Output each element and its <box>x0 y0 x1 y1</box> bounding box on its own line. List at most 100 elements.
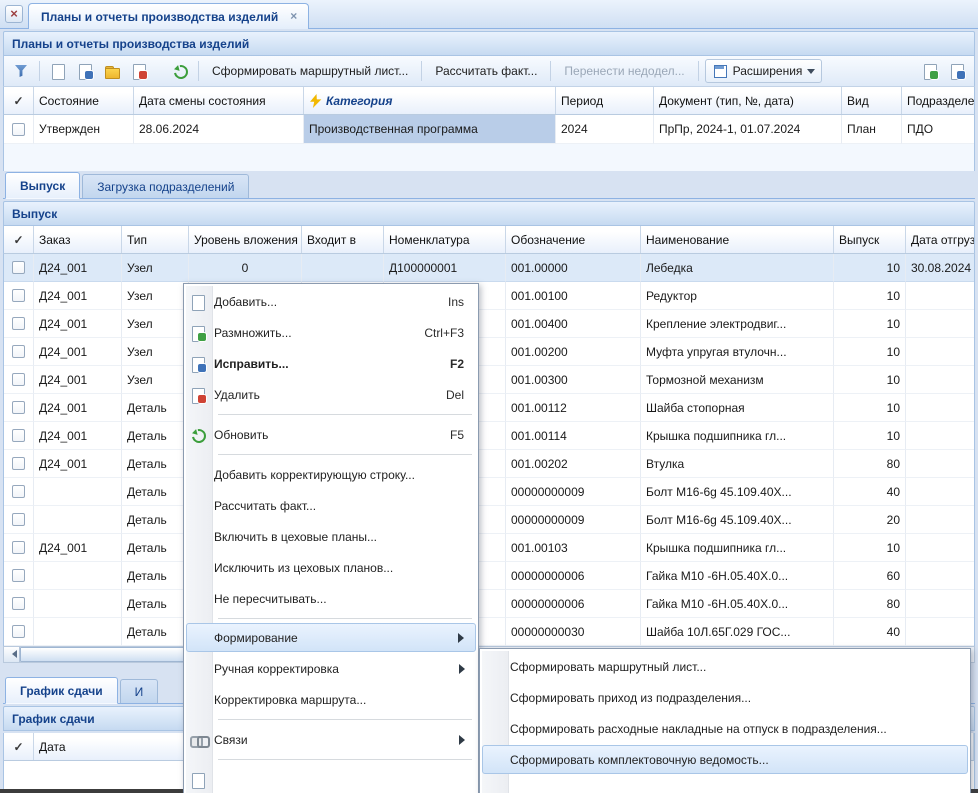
product-row[interactable]: Д24_001Деталь001.00112Шайба стопорная10 <box>4 394 974 422</box>
tab-release[interactable]: Выпуск <box>5 172 80 199</box>
row-checkbox[interactable] <box>12 261 25 274</box>
menu-item[interactable]: Корректировка маршрута... <box>186 684 476 715</box>
delete-document-button[interactable] <box>127 59 151 83</box>
cell: 001.00200 <box>506 338 641 366</box>
select-all-column-header[interactable] <box>4 733 34 761</box>
menu-item[interactable]: ОбновитьF5 <box>186 419 476 450</box>
menu-item[interactable]: УдалитьDel <box>186 379 476 410</box>
product-row[interactable]: Д24_001Деталь001.00114Крышка подшипника … <box>4 422 974 450</box>
menu-item[interactable]: Включить в цеховые планы... <box>186 521 476 552</box>
column-header[interactable]: Дата смены состояния <box>134 87 304 115</box>
product-row[interactable]: Деталь00000000030Шайба 10Л.65Г.029 ГОС..… <box>4 618 974 646</box>
product-row[interactable]: Деталь00000000006Гайка М10 -6Н.05.40Х.0.… <box>4 590 974 618</box>
column-header[interactable]: Входит в <box>302 226 384 254</box>
row-checkbox[interactable] <box>12 485 25 498</box>
calculate-fact-button[interactable]: Рассчитать факт... <box>428 59 544 83</box>
product-row[interactable]: Д24_001Узел001.00100Редуктор10 <box>4 282 974 310</box>
row-checkbox[interactable] <box>12 373 25 386</box>
column-header[interactable]: Заказ <box>34 226 122 254</box>
menu-item[interactable]: Сформировать приход из подразделения... <box>482 682 968 713</box>
refresh-button[interactable] <box>168 59 192 83</box>
menu-item[interactable]: Размножить...Ctrl+F3 <box>186 317 476 348</box>
row-checkbox[interactable] <box>12 345 25 358</box>
row-checkbox[interactable] <box>12 569 25 582</box>
menu-item[interactable]: Сформировать маршрутный лист... <box>482 651 968 682</box>
menu-item[interactable]: Исправить...F2 <box>186 348 476 379</box>
column-header[interactable]: Категория <box>304 87 556 115</box>
scroll-left-button[interactable] <box>4 647 20 662</box>
menu-item[interactable]: Сформировать комплектовочную ведомость..… <box>482 745 968 774</box>
row-checkbox[interactable] <box>12 401 25 414</box>
tab-close-icon[interactable] <box>287 10 300 23</box>
menu-item[interactable]: Исключить из цеховых планов... <box>186 552 476 583</box>
cell: Деталь <box>122 450 189 478</box>
cell <box>34 618 122 646</box>
select-all-column-header[interactable] <box>4 87 34 115</box>
row-checkbox[interactable] <box>12 625 25 638</box>
close-tab-button[interactable] <box>5 5 23 23</box>
document-row[interactable]: Утвержден28.06.2024Производственная прог… <box>4 115 974 144</box>
row-checkbox[interactable] <box>12 289 25 302</box>
row-checkbox[interactable] <box>12 541 25 554</box>
menu-item[interactable]: Ручная корректировка <box>186 653 476 684</box>
transfer-backlog-button[interactable]: Перенести недодел... <box>557 59 691 83</box>
tab-delivery-schedule[interactable]: График сдачи <box>5 677 118 704</box>
column-header[interactable]: Выпуск <box>834 226 906 254</box>
product-row[interactable]: Д24_001Деталь001.00103Крышка подшипника … <box>4 534 974 562</box>
cell: 10 <box>834 366 906 394</box>
column-header[interactable]: Подразделение <box>902 87 975 115</box>
tab-department-load[interactable]: Загрузка подразделений <box>82 174 249 198</box>
product-row[interactable]: Д24_001Узел001.00200Муфта упругая втулоч… <box>4 338 974 366</box>
tab-label: График сдачи <box>20 684 103 698</box>
column-header[interactable]: Тип <box>122 226 189 254</box>
tab-plans-and-reports[interactable]: Планы и отчеты производства изделий <box>28 3 309 29</box>
filter-button[interactable] <box>9 59 33 83</box>
menu-item[interactable]: Добавить корректирующую строку... <box>186 459 476 490</box>
row-checkbox[interactable] <box>12 123 25 136</box>
select-all-column-header[interactable] <box>4 226 34 254</box>
product-row[interactable]: Деталь00000000009Болт М16-6g 45.109.40Х.… <box>4 506 974 534</box>
import-button[interactable] <box>945 59 969 83</box>
column-header[interactable]: Уровень вложения <box>189 226 302 254</box>
cell: 001.00000 <box>506 254 641 282</box>
product-row[interactable]: Д24_001Деталь001.00202Втулка80 <box>4 450 974 478</box>
column-header[interactable]: Номенклатура <box>384 226 506 254</box>
menu-item[interactable]: Сформировать расходные накладные на отпу… <box>482 713 968 744</box>
menu-item[interactable]: Рассчитать факт... <box>186 490 476 521</box>
product-row[interactable]: Д24_001Узел0Д100000001001.00000Лебедка10… <box>4 254 974 282</box>
generate-route-sheet-button[interactable]: Сформировать маршрутный лист... <box>205 59 415 83</box>
column-header[interactable]: Наименование <box>641 226 834 254</box>
edit-document-button[interactable] <box>73 59 97 83</box>
row-checkbox[interactable] <box>12 457 25 470</box>
product-row[interactable]: Деталь00000000006Гайка М10 -6Н.05.40Х.0.… <box>4 562 974 590</box>
column-header[interactable]: Состояние <box>34 87 134 115</box>
column-header[interactable]: Период <box>556 87 654 115</box>
row-checkbox[interactable] <box>12 429 25 442</box>
column-header[interactable]: Документ (тип, №, дата) <box>654 87 842 115</box>
row-checkbox[interactable] <box>12 513 25 526</box>
menu-item[interactable]: Формирование <box>186 623 476 652</box>
menu-item[interactable]: Не пересчитывать... <box>186 583 476 614</box>
column-header[interactable]: Вид <box>842 87 902 115</box>
menu-item[interactable]: Добавить...Ins <box>186 286 476 317</box>
row-checkbox[interactable] <box>12 317 25 330</box>
edit-document-icon <box>77 63 93 79</box>
menu-item-label: Сформировать расходные накладные на отпу… <box>510 722 956 736</box>
export-button[interactable] <box>918 59 942 83</box>
row-checkbox[interactable] <box>12 597 25 610</box>
release-panel-title: Выпуск <box>12 207 57 221</box>
product-row[interactable]: Деталь00000000009Болт М16-6g 45.109.40Х.… <box>4 478 974 506</box>
menu-item[interactable] <box>186 764 476 793</box>
product-row[interactable]: Д24_001Узел001.00400Крепление электродви… <box>4 310 974 338</box>
add-document-button[interactable] <box>46 59 70 83</box>
open-folder-button[interactable] <box>100 59 124 83</box>
cell: Шайба 10Л.65Г.029 ГОС... <box>641 618 834 646</box>
column-header[interactable]: Дата отгрузки <box>906 226 975 254</box>
toolbar-separator <box>550 61 551 81</box>
no-icon <box>190 498 208 514</box>
column-header[interactable]: Обозначение <box>506 226 641 254</box>
menu-item[interactable]: Связи <box>186 724 476 755</box>
extensions-button[interactable]: Расширения <box>705 59 823 83</box>
tab-partially-hidden[interactable]: И <box>120 679 159 703</box>
product-row[interactable]: Д24_001Узел001.00300Тормозной механизм10 <box>4 366 974 394</box>
